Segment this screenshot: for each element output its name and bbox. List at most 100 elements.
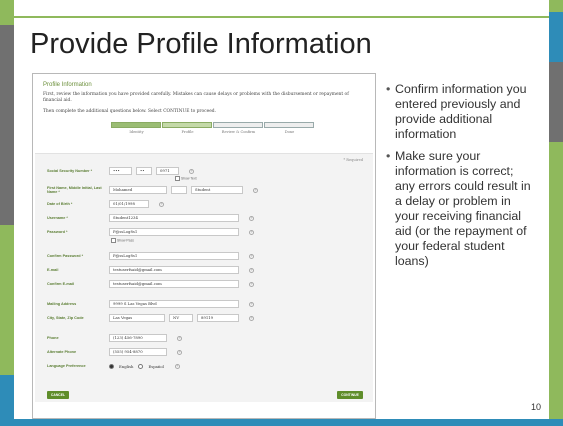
required-note: * Required [343,158,363,162]
ssn-label: Social Security Number * [47,169,93,173]
confirm-email-help-icon[interactable]: ? [249,281,254,287]
password-field[interactable]: P@ssLog8s1 [109,228,239,236]
password-row: Password * P@ssLog8s1 ? [47,227,363,237]
username-label: Username * [47,216,68,220]
confirm-password-row: Confirm Password * P@ssLog8s1 ? [47,251,363,261]
confirm-password-field[interactable]: P@ssLog8s1 [109,252,239,260]
phone-field[interactable]: (123) 456-7890 [109,334,167,342]
spanish-label: Español [148,363,164,369]
step-label-identity: Identity [129,130,144,134]
email-help-icon[interactable]: ? [249,267,254,273]
ssn-show-text[interactable]: Show Text [175,176,197,181]
progress-step-done [264,122,314,128]
step-label-done: Done [284,130,295,134]
mailing-help-icon[interactable]: ? [249,301,254,307]
city-field[interactable]: Las Vegas [109,314,165,322]
dob-help-icon[interactable]: ? [159,201,164,207]
email-field[interactable]: testuserfsaid@gmail.com [109,266,239,274]
email-row: E-mail testuserfsaid@gmail.com ? [47,265,363,275]
csz-row: City, State, Zip Code Las Vegas NV 89119… [47,313,363,323]
username-field[interactable]: Student1234 [109,214,239,222]
password-label: Password * [47,230,68,234]
alt-phone-label: Alternate Phone [47,350,77,354]
progress-step-review [213,122,263,128]
ssn-show-checkbox[interactable] [175,176,180,181]
dob-row: Date of Birth * 01/01/1998 ? [47,199,363,209]
confirm-password-label: Confirm Password * [47,254,84,258]
slide-number: 10 [531,402,542,412]
dob-label: Date of Birth * [47,202,73,206]
phone-label: Phone [47,336,59,340]
mailing-row: Mailing Address 9999 S Las Vegas Blvd ? [47,299,363,309]
last-name-field[interactable]: Student [191,186,243,194]
confirm-email-row: Confirm E-mail testuserfsaid@gmail.com ? [47,279,363,289]
progress-bar [111,122,315,128]
bullet-list: Confirm information you entered previous… [386,82,536,276]
bullet-correct: Make sure your information is correct; a… [386,149,536,269]
language-label: Language Preference [47,364,86,368]
english-radio[interactable] [109,363,114,369]
bottom-band [0,419,563,426]
right-accent-blue [549,12,563,62]
step-label-review: Review & Confirm [221,130,256,134]
ssn-help-icon[interactable]: ? [189,168,194,174]
language-radios: English Español [109,363,169,369]
password-help-icon[interactable]: ? [249,229,254,235]
step-label-profile: Profile [181,130,194,134]
bullet-confirm: Confirm information you entered previous… [386,82,536,142]
progress-step-identity [111,122,161,128]
email-label: E-mail [47,268,59,272]
name-label: First Name, Middle Initial, Last Name * [47,186,102,194]
ssn-show-label: Show Text [181,176,197,181]
intro-text: First, review the information you have p… [43,92,349,103]
ssn-part-2[interactable]: •• [136,167,152,175]
phone-help-icon[interactable]: ? [177,335,182,341]
alt-phone-field[interactable]: (555) 954-8870 [109,348,167,356]
profile-screenshot: Profile Information First, review the in… [32,73,376,419]
zip-field[interactable]: 89119 [197,314,239,322]
show-password-toggle[interactable]: Show Pass [111,238,134,243]
confirm-password-help-icon[interactable]: ? [249,253,254,259]
progress-step-profile [162,122,212,128]
right-accent-green-2 [549,142,563,419]
csz-label: City, State, Zip Code [47,316,84,320]
left-accent-green-2 [0,225,14,375]
state-select[interactable]: NV [169,314,193,322]
left-accent-blue [0,375,14,419]
spanish-radio[interactable] [138,363,144,369]
alt-phone-help-icon[interactable]: ? [177,349,182,355]
language-help-icon[interactable]: ? [174,363,180,369]
confirm-email-field[interactable]: testuserfsaid@gmail.com [109,280,239,288]
first-name-field[interactable]: Mohamed [109,186,167,194]
left-accent-gray [0,25,14,225]
mailing-field[interactable]: 9999 S Las Vegas Blvd [109,300,239,308]
right-accent-green [549,0,563,12]
right-accent-gray [549,62,563,142]
mailing-label: Mailing Address [47,302,77,306]
progress-labels: Identity Profile Review & Confirm Done [111,130,315,134]
username-help-icon[interactable]: ? [249,215,254,221]
cancel-button[interactable]: CANCEL [47,391,69,399]
slide-title: Provide Profile Information [30,28,372,60]
english-label: English [119,363,134,369]
dob-field[interactable]: 01/01/1998 [109,200,149,208]
csz-help-icon[interactable]: ? [249,315,254,321]
ssn-row: Social Security Number * ••• •• 0971 ? [47,166,363,176]
top-divider [14,16,549,18]
language-row: Language Preference English Español ? [47,361,363,371]
username-row: Username * Student1234 ? [47,213,363,223]
left-accent-green [0,0,14,25]
name-help-icon[interactable]: ? [253,187,258,193]
continue-button[interactable]: CONTINUE [337,391,363,399]
phone-row: Phone (123) 456-7890 ? [47,333,363,343]
profile-form: * Required Social Security Number * ••• … [35,153,373,402]
ssn-part-3[interactable]: 0971 [156,167,179,175]
middle-initial-field[interactable] [171,186,187,194]
profile-info-heading: Profile Information [43,82,92,88]
show-password-checkbox[interactable] [111,238,116,243]
ssn-part-1[interactable]: ••• [109,167,132,175]
intro-text-2: Then complete the additional questions b… [43,109,217,114]
show-password-label: Show Pass [117,238,134,243]
name-row: First Name, Middle Initial, Last Name * … [47,185,363,195]
alt-phone-row: Alternate Phone (555) 954-8870 ? [47,347,363,357]
